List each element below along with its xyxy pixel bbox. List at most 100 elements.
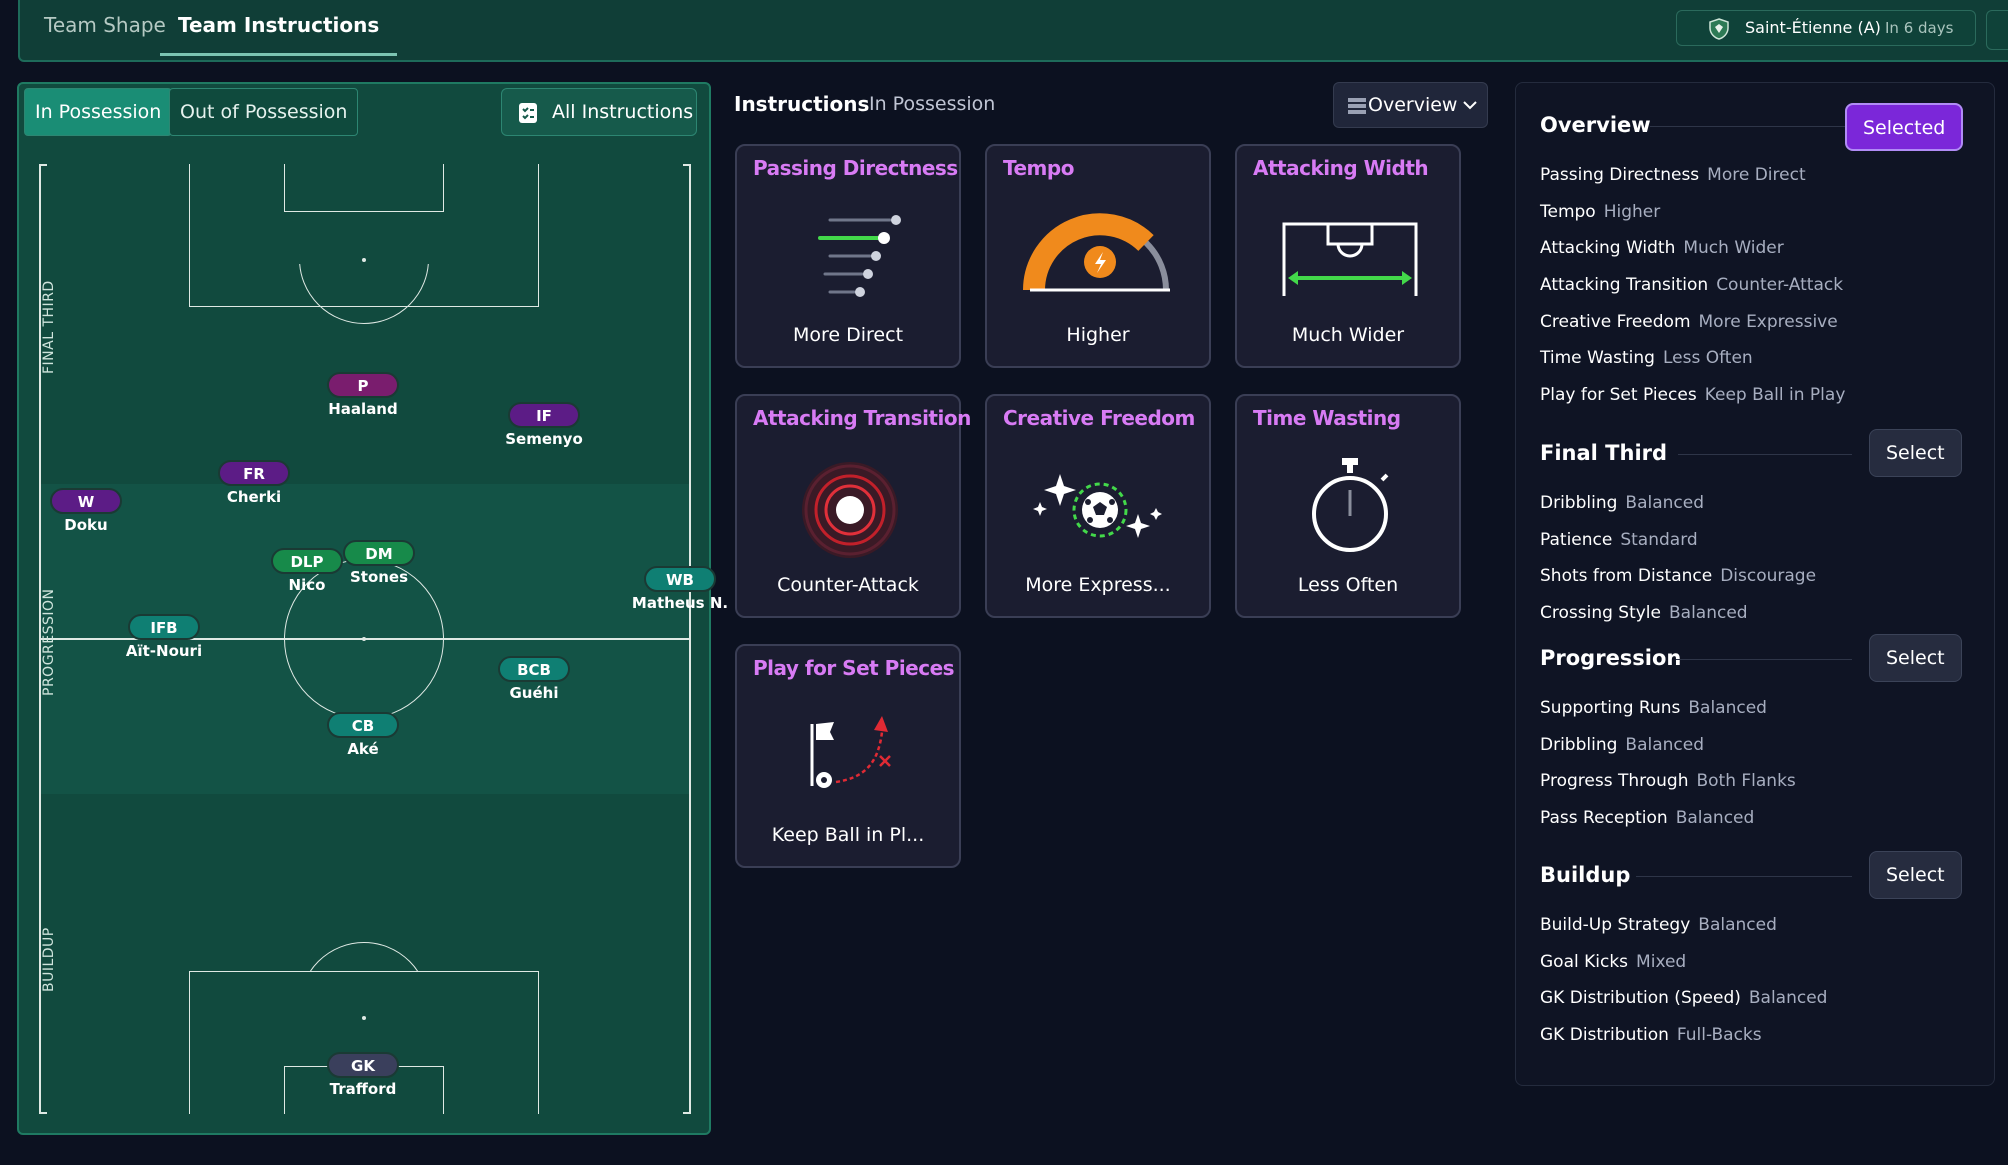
- player-name: Cherki: [226, 488, 282, 506]
- player-name: Haaland: [328, 400, 398, 418]
- instructions-title: Instructions: [734, 92, 870, 116]
- zone-label-progression: PROGRESSION: [41, 588, 57, 696]
- position-badge: P: [327, 372, 399, 398]
- instructions-subtitle: In Possession: [869, 93, 996, 115]
- buildup-select-button[interactable]: Select: [1869, 851, 1962, 899]
- summary-row: Supporting Runs Balanced: [1540, 698, 1767, 718]
- card-attacking-transition[interactable]: Attacking Transition Counter-Attack: [735, 394, 971, 618]
- card-value: Less Often: [1297, 574, 1399, 596]
- card-title: Passing Directness: [753, 156, 958, 180]
- card-value: Higher: [1066, 324, 1130, 346]
- card-value: More Express...: [1025, 574, 1171, 596]
- pitch-bottom-line: [39, 1112, 47, 1114]
- final-third-select-button[interactable]: Select: [1869, 429, 1962, 477]
- zone-label-final-third: FINAL THIRD: [41, 280, 57, 374]
- tab-team-instructions[interactable]: Team Instructions: [160, 0, 398, 56]
- progression-select-button[interactable]: Select: [1869, 634, 1962, 682]
- overview-dropdown[interactable]: Overview: [1333, 82, 1488, 128]
- player-trafford[interactable]: GK Trafford: [308, 1052, 418, 1098]
- centre-spot: [362, 637, 366, 641]
- tempo-gauge-icon: [1023, 213, 1170, 292]
- card-title: Time Wasting: [1253, 406, 1401, 430]
- all-instructions-label: All Instructions: [552, 101, 694, 123]
- pitch-bottom-line-r: [683, 1112, 691, 1114]
- top-six-yard-box: [284, 164, 444, 212]
- pitch-top-line: [39, 164, 47, 166]
- summary-row: Attacking Transition Counter-Attack: [1540, 275, 1844, 295]
- summary-panel: Overview Selected Passing Directness More…: [1515, 82, 1995, 1086]
- set-piece-icon: [810, 716, 891, 788]
- player-ait-nouri[interactable]: IFB Aït-Nouri: [109, 614, 219, 660]
- stopwatch-icon: [1312, 458, 1389, 552]
- active-tab-underline: [160, 53, 398, 56]
- all-instructions-button[interactable]: All Instructions: [501, 88, 697, 136]
- summary-row: Passing Directness More Direct: [1540, 165, 1806, 185]
- top-bar: Team Shape Team Instructions Saint-Étien…: [18, 0, 2008, 62]
- position-badge: GK: [327, 1052, 399, 1078]
- card-creative-freedom[interactable]: Creative Freedom More Express...: [985, 394, 1211, 618]
- summary-row: Tempo Higher: [1540, 202, 1661, 222]
- player-haaland[interactable]: P Haaland: [308, 372, 418, 418]
- summary-row: Time Wasting Less Often: [1540, 348, 1753, 368]
- card-title: Tempo: [1003, 156, 1074, 180]
- club-crest-icon: [1709, 18, 1729, 40]
- section-title-overview: Overview: [1540, 113, 1651, 137]
- position-badge: FR: [218, 460, 290, 486]
- player-ake[interactable]: CB Aké: [308, 712, 418, 758]
- player-stones[interactable]: DM Stones: [324, 540, 434, 586]
- card-time-wasting[interactable]: Time Wasting Less Often: [1235, 394, 1461, 618]
- card-attacking-width[interactable]: Attacking Width Much Wider: [1235, 144, 1461, 368]
- card-value: Much Wider: [1291, 324, 1405, 346]
- section-divider: [1650, 126, 1850, 127]
- fixture-time: In 6 days: [1885, 19, 1954, 37]
- card-title: Attacking Width: [1253, 156, 1429, 180]
- section-title-progression: Progression: [1540, 646, 1682, 670]
- player-semenyo[interactable]: IF Semenyo: [489, 402, 599, 448]
- out-of-possession-toggle[interactable]: Out of Possession: [169, 88, 359, 136]
- overview-selected-button[interactable]: Selected: [1845, 103, 1964, 151]
- summary-row: Shots from Distance Discourage: [1540, 566, 1817, 586]
- player-doku[interactable]: W Doku: [31, 488, 141, 534]
- in-possession-toggle[interactable]: In Possession: [24, 88, 173, 136]
- position-badge: IF: [508, 402, 580, 428]
- target-icon: [802, 462, 898, 558]
- card-play-for-set-pieces[interactable]: Play for Set Pieces Keep Ball in Pl...: [735, 644, 961, 868]
- player-name: Aït-Nouri: [125, 642, 203, 660]
- summary-row: Attacking Width Much Wider: [1540, 238, 1784, 258]
- player-name: Doku: [64, 516, 108, 534]
- player-name: Stones: [349, 568, 409, 586]
- summary-row: Dribbling Balanced: [1540, 735, 1704, 755]
- top-penalty-arc: [299, 264, 429, 324]
- checklist-icon: [519, 103, 537, 123]
- fixture-opponent: Saint-Étienne (A): [1745, 18, 1881, 37]
- tab-team-shape[interactable]: Team Shape: [44, 0, 166, 56]
- player-cherki[interactable]: FR Cherki: [199, 460, 309, 506]
- position-badge: IFB: [128, 614, 200, 640]
- summary-row: GK Distribution Full-Backs: [1540, 1025, 1762, 1045]
- card-value: More Direct: [792, 324, 904, 346]
- player-guehi[interactable]: BCB Guéhi: [479, 656, 589, 702]
- summary-row: Play for Set Pieces Keep Ball in Play: [1540, 385, 1846, 405]
- player-name: Aké: [347, 740, 379, 758]
- card-tempo[interactable]: Tempo Higher: [985, 144, 1211, 368]
- summary-row: Dribbling Balanced: [1540, 493, 1704, 513]
- player-matheus-n[interactable]: WB Matheus N.: [625, 566, 735, 612]
- section-title-final-third: Final Third: [1540, 441, 1668, 465]
- overview-dropdown-label: Overview: [1368, 94, 1458, 116]
- attacking-width-icon: [1282, 222, 1418, 296]
- summary-row: Crossing Style Balanced: [1540, 603, 1748, 623]
- position-badge: CB: [327, 712, 399, 738]
- list-icon: [1348, 98, 1366, 114]
- position-badge: BCB: [498, 656, 570, 682]
- passing-directness-icon: [818, 215, 901, 297]
- position-badge: W: [50, 488, 122, 514]
- menu-button[interactable]: [1986, 10, 2008, 50]
- section-divider: [1636, 876, 1852, 877]
- position-badge: DM: [343, 540, 415, 566]
- summary-row: Progress Through Both Flanks: [1540, 771, 1796, 791]
- card-title: Play for Set Pieces: [753, 656, 955, 680]
- card-passing-directness[interactable]: Passing Directness More Direct: [735, 144, 961, 368]
- tab-label: Team Instructions: [178, 13, 380, 37]
- next-fixture-button[interactable]: Saint-Étienne (A) In 6 days: [1676, 10, 1976, 46]
- player-name: Guéhi: [509, 684, 559, 702]
